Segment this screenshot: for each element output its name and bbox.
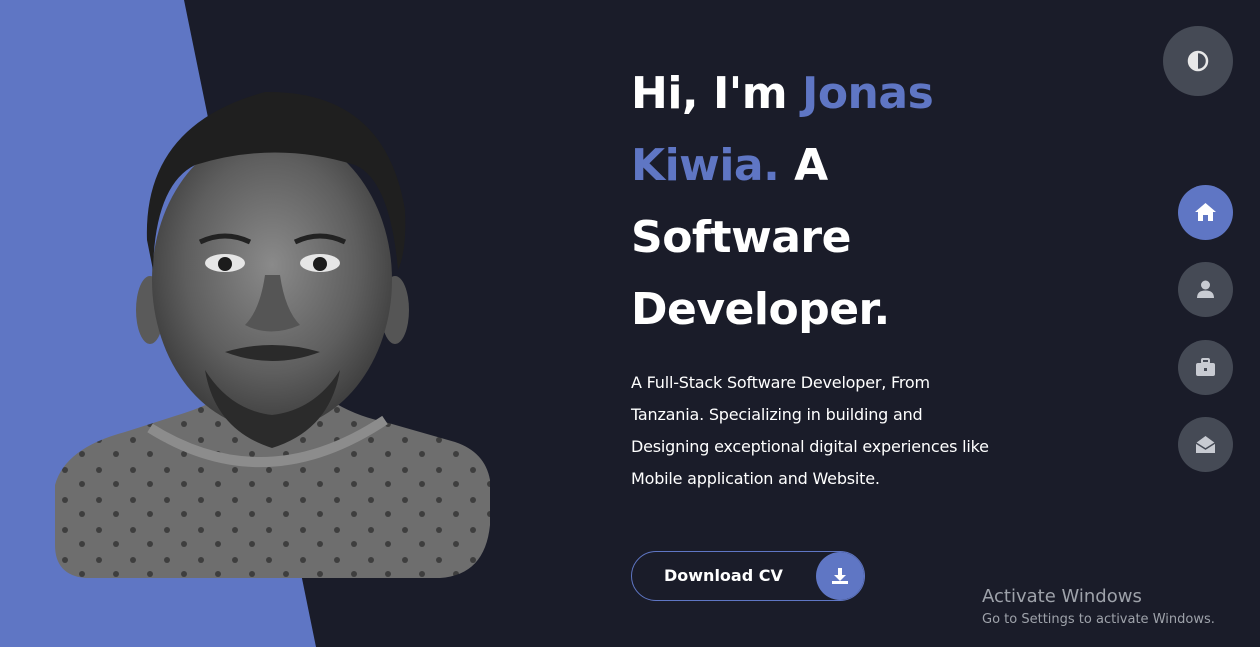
download-cv-button[interactable]: Download CV (631, 551, 865, 601)
watermark-title: Activate Windows (982, 586, 1142, 607)
theme-toggle-button[interactable] (1163, 26, 1233, 96)
nav-about-button[interactable] (1178, 262, 1233, 317)
nav-home-button[interactable] (1178, 185, 1233, 240)
download-cv-label: Download CV (664, 566, 783, 585)
greeting-text: Hi, I'm (631, 68, 802, 119)
hero-description: A Full-Stack Software Developer, From Ta… (631, 373, 989, 488)
home-page: Hi, I'm Jonas Kiwia. A Software Develope… (0, 0, 1260, 647)
home-icon (1195, 203, 1216, 221)
profile-photo (55, 91, 490, 578)
envelope-open-icon (1195, 436, 1216, 453)
user-icon (1197, 280, 1214, 298)
hero-heading: Hi, I'm Jonas Kiwia. A Software Develope… (631, 58, 991, 346)
nav-contact-button[interactable] (1178, 417, 1233, 472)
contrast-icon (1187, 50, 1209, 72)
nav-portfolio-button[interactable] (1178, 340, 1233, 395)
download-icon (816, 552, 864, 600)
activate-windows-watermark: Activate Windows Go to Settings to activ… (982, 585, 1215, 631)
briefcase-icon (1196, 358, 1215, 376)
watermark-subtitle: Go to Settings to activate Windows. (982, 612, 1215, 627)
